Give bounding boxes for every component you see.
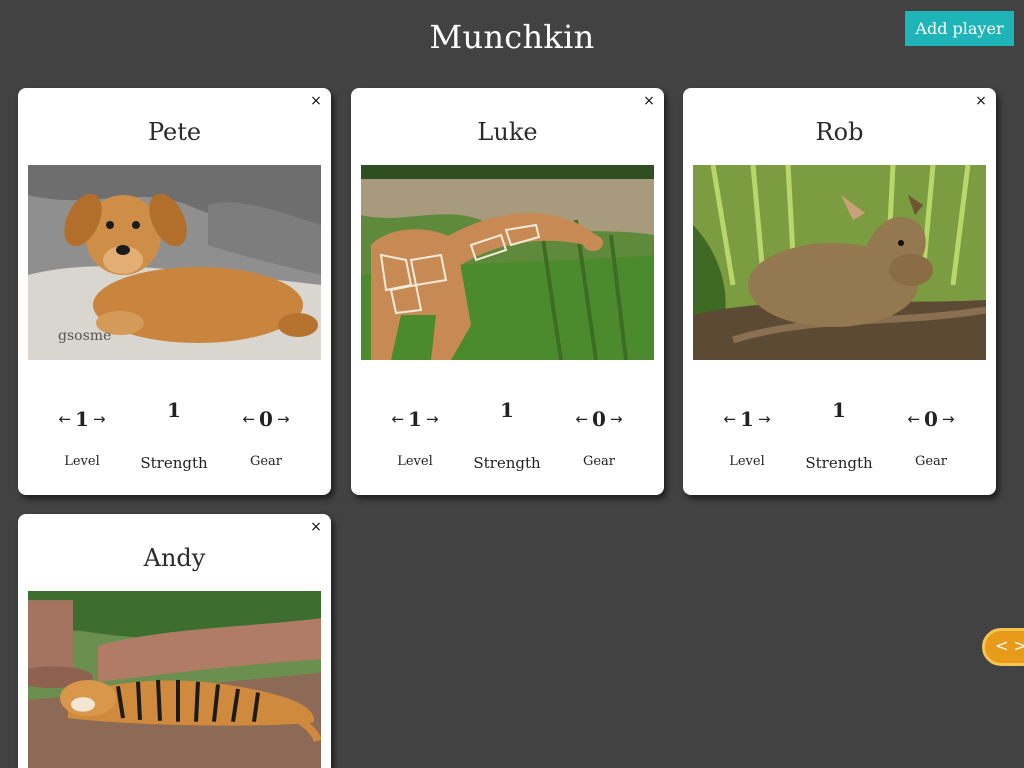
gear-label: Gear (914, 454, 948, 469)
strength-label: Strength (473, 454, 541, 472)
level-label: Level (729, 454, 765, 469)
level-value: 1 (740, 407, 754, 431)
gear-increase-icon[interactable]: → (608, 410, 625, 428)
player-card: × Andy (18, 514, 331, 768)
gear-stat: ← 0 → Gear (216, 406, 316, 469)
strength-label: Strength (140, 454, 208, 472)
gear-stat: ← 0 → Gear (881, 406, 981, 469)
deer-photo (693, 165, 986, 360)
close-icon[interactable]: × (642, 94, 656, 108)
strength-value: 1 (500, 398, 514, 422)
gear-decrease-icon[interactable]: ← (573, 410, 590, 428)
player-name: Pete (147, 118, 202, 146)
gear-value: 0 (592, 407, 606, 431)
level-stat: ← 1 → Level (697, 406, 797, 469)
gear-decrease-icon[interactable]: ← (240, 410, 257, 428)
gear-increase-icon[interactable]: → (940, 410, 957, 428)
player-card: × Pete gsosme ← 1 → Level 1 Strength ← 0… (18, 88, 331, 495)
close-icon[interactable]: × (974, 94, 988, 108)
giraffe-photo (361, 165, 654, 360)
close-icon[interactable]: × (309, 94, 323, 108)
photo-watermark: gsosme (58, 328, 111, 344)
gear-increase-icon[interactable]: → (275, 410, 292, 428)
strength-stat: 1 Strength (457, 398, 557, 472)
gear-value: 0 (259, 407, 273, 431)
gear-label: Gear (582, 454, 616, 469)
level-decrease-icon[interactable]: ← (56, 410, 73, 428)
puppy-photo: gsosme (28, 165, 321, 360)
level-stat: ← 1 → Level (32, 406, 132, 469)
close-icon[interactable]: × (309, 520, 323, 534)
strength-value: 1 (832, 398, 846, 422)
strength-label: Strength (805, 454, 873, 472)
player-name: Andy (143, 544, 206, 572)
level-stat: ← 1 → Level (365, 406, 465, 469)
level-value: 1 (408, 407, 422, 431)
player-card: × Luke ← 1 → Level 1 Strength ← 0 → Gear (351, 88, 664, 495)
add-player-button[interactable]: Add player (905, 11, 1014, 46)
level-decrease-icon[interactable]: ← (389, 410, 406, 428)
code-toggle-button[interactable]: < > (982, 628, 1024, 666)
level-label: Level (64, 454, 100, 469)
gear-stat: ← 0 → Gear (549, 406, 649, 469)
strength-stat: 1 Strength (124, 398, 224, 472)
tiger-photo (28, 591, 321, 768)
level-decrease-icon[interactable]: ← (721, 410, 738, 428)
level-increase-icon[interactable]: → (91, 410, 108, 428)
level-increase-icon[interactable]: → (424, 410, 441, 428)
strength-stat: 1 Strength (789, 398, 889, 472)
player-name: Rob (815, 118, 864, 146)
app-title: Munchkin (429, 18, 595, 56)
player-name: Luke (477, 118, 538, 146)
player-card: × Rob ← 1 → Level 1 Strength ← 0 → Gear (683, 88, 996, 495)
level-value: 1 (75, 407, 89, 431)
gear-label: Gear (249, 454, 283, 469)
level-label: Level (397, 454, 433, 469)
gear-decrease-icon[interactable]: ← (905, 410, 922, 428)
gear-value: 0 (924, 407, 938, 431)
strength-value: 1 (167, 398, 181, 422)
level-increase-icon[interactable]: → (756, 410, 773, 428)
